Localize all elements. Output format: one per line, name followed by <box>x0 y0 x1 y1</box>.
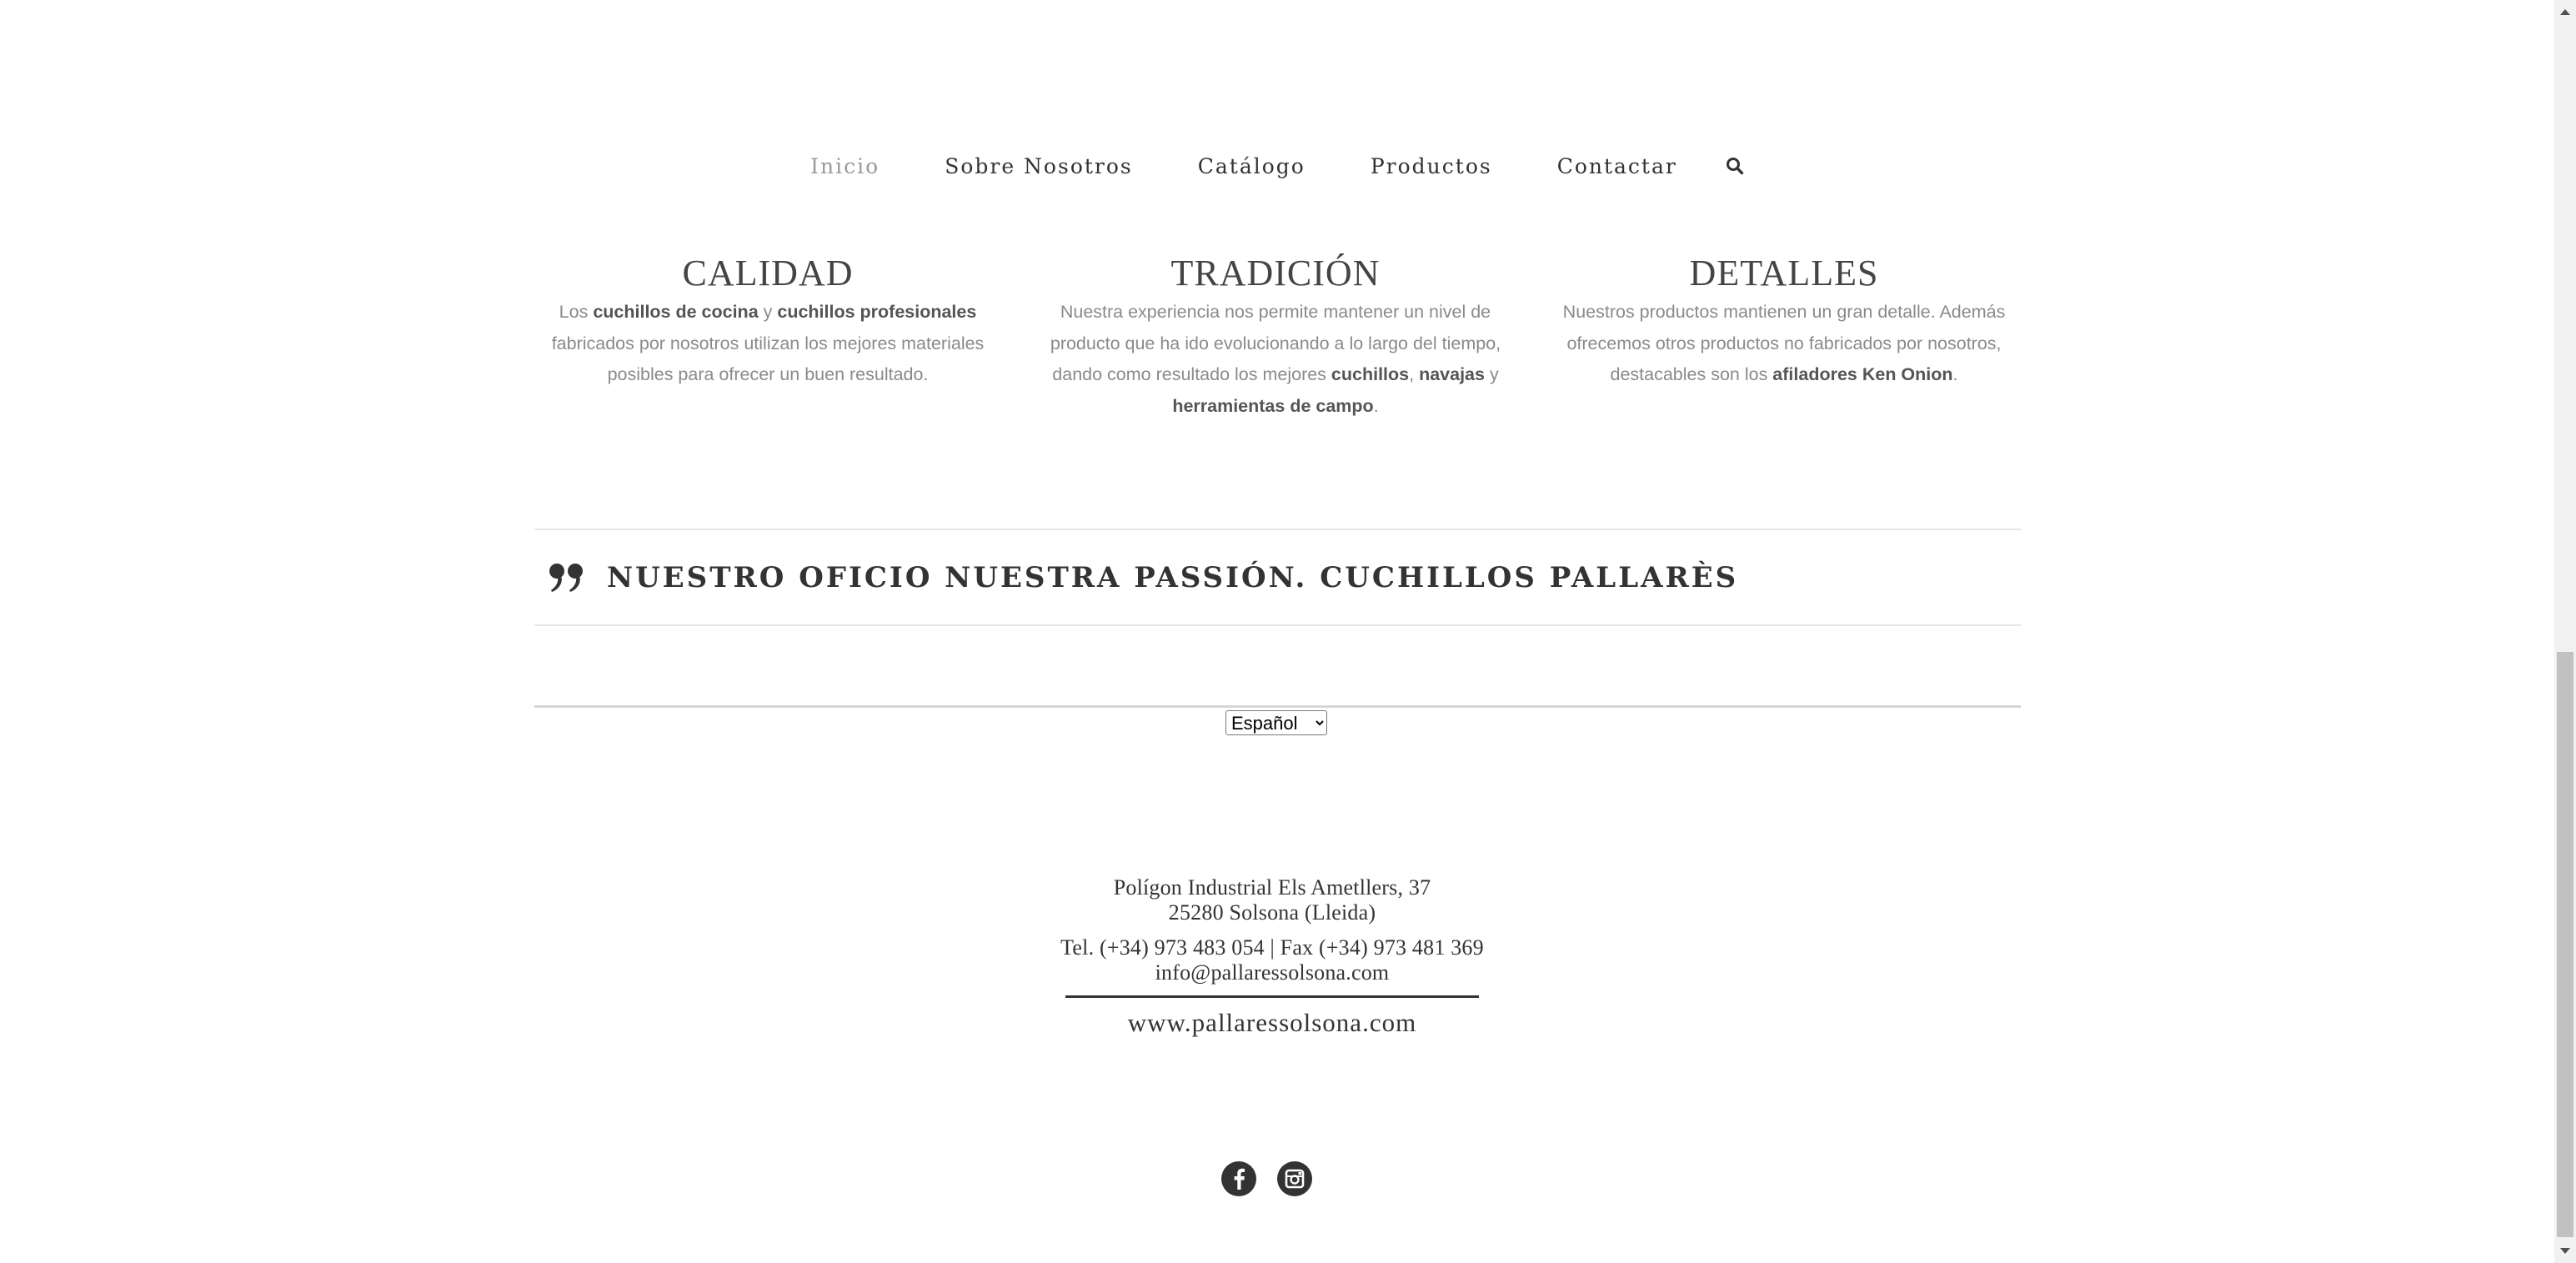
instagram-link[interactable] <box>1277 1161 1312 1196</box>
feature-title: CALIDAD <box>682 253 854 293</box>
website-line: www.pallaressolsona.com <box>1127 1008 1417 1037</box>
page-viewport: Inicio Sobre Nosotros Catálogo Productos… <box>0 0 2554 1263</box>
scroll-up-arrow[interactable] <box>2554 0 2576 23</box>
nav-contactar[interactable]: Contactar <box>1557 154 1677 178</box>
feature-title: DETALLES <box>1689 253 1879 293</box>
scroll-down-arrow[interactable] <box>2554 1240 2576 1263</box>
vertical-scrollbar[interactable] <box>2554 0 2576 1263</box>
nav-inicio[interactable]: Inicio <box>810 154 880 178</box>
feature-title: TRADICIÓN <box>1170 253 1381 293</box>
facebook-link[interactable] <box>1221 1161 1256 1196</box>
highlighted-term: herramientas de campo <box>1172 395 1374 416</box>
address-line-1: Polígon Industrial Els Ametllers, 37 <box>1113 875 1431 900</box>
language-select[interactable]: Español <box>1225 710 1327 735</box>
highlighted-term: cuchillos de cocina <box>593 302 759 322</box>
social-links <box>1221 1161 1312 1198</box>
feature-text: Nuestros productos mantienen un gran det… <box>1562 302 2006 384</box>
quote-text: NUESTRO OFICIO NUESTRA PASSIÓN. CUCHILLO… <box>607 560 1739 594</box>
feature-detalles: DETALLES Nuestros productos mantienen un… <box>1551 250 2017 391</box>
scrollbar-thumb[interactable] <box>2557 652 2573 1237</box>
address-rule <box>1065 995 1479 998</box>
feature-tradicion: TRADICIÓN Nuestra experiencia nos permit… <box>1042 250 1509 422</box>
highlighted-term: cuchillos <box>1331 364 1410 384</box>
nav-catalogo[interactable]: Catálogo <box>1198 154 1306 178</box>
phone-line: Tel. (+34) 973 483 054 | Fax (+34) 973 4… <box>1060 935 1484 960</box>
highlighted-term: cuchillos profesionales <box>777 302 977 322</box>
search-button[interactable] <box>1726 157 1744 175</box>
search-icon <box>1726 158 1744 175</box>
nav-sobre-nosotros[interactable]: Sobre Nosotros <box>945 154 1133 178</box>
divider <box>534 624 2021 626</box>
highlighted-term: afiladores Ken Onion <box>1772 364 1953 384</box>
nav-productos[interactable]: Productos <box>1371 154 1492 178</box>
quote-icon <box>549 563 585 593</box>
highlighted-term: navajas <box>1419 364 1485 384</box>
quote-banner: NUESTRO OFICIO NUESTRA PASSIÓN. CUCHILLO… <box>534 530 2021 624</box>
email-line: info@pallaressolsona.com <box>1155 960 1390 985</box>
feature-calidad: CALIDAD Los cuchillos de cocina y cuchil… <box>534 250 1001 391</box>
address-block: Polígon Industrial Els Ametllers, 37 252… <box>1059 875 1486 1040</box>
language-switcher: Español <box>1225 710 1327 735</box>
instagram-icon <box>1285 1169 1305 1189</box>
divider <box>534 705 2021 708</box>
feature-text: Nuestra experiencia nos permite mantener… <box>1050 302 1501 416</box>
feature-text: Los cuchillos de cocina y cuchillos prof… <box>551 302 985 384</box>
main-nav: Inicio Sobre Nosotros Catálogo Productos… <box>0 143 2554 188</box>
address-line-2: 25280 Solsona (Lleida) <box>1168 900 1376 925</box>
facebook-icon <box>1234 1168 1245 1190</box>
